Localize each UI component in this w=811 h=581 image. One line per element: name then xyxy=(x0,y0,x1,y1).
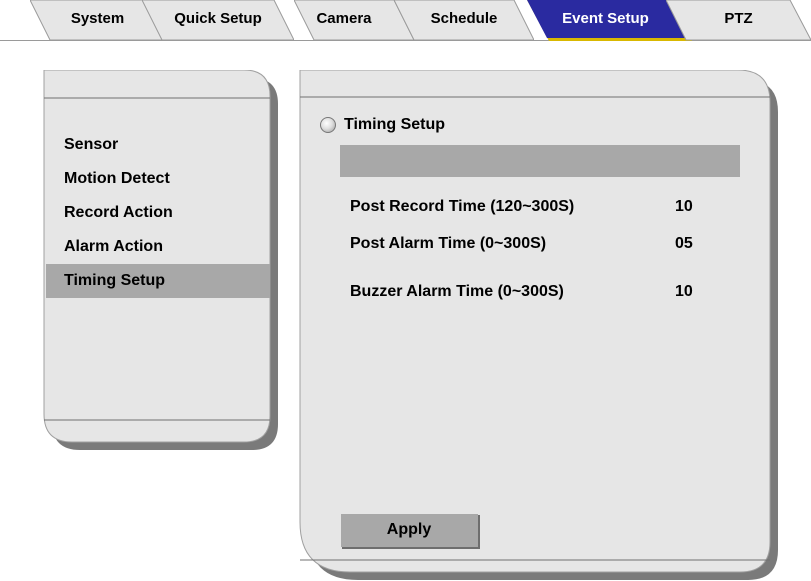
tab-ptz[interactable]: PTZ xyxy=(666,0,811,41)
radio-bullet-icon xyxy=(320,117,336,133)
setting-row-post-alarm: Post Alarm Time (0~300S) 05 xyxy=(350,232,710,256)
section-header-bar xyxy=(340,145,740,177)
buzzer-alarm-time-field[interactable]: 10 xyxy=(675,280,715,304)
main-panel: Timing Setup Post Record Time (120~300S)… xyxy=(298,70,808,580)
tab-schedule-label: Schedule xyxy=(430,10,498,27)
apply-button[interactable]: Apply xyxy=(340,513,478,547)
section-title-text: Timing Setup xyxy=(344,116,446,133)
tab-ptz-label: PTZ xyxy=(724,10,753,27)
section-title: Timing Setup xyxy=(320,114,445,136)
sidebar-menu: Sensor Motion Detect Record Action Alarm… xyxy=(46,124,270,298)
sidebar-item-motion-detect[interactable]: Motion Detect xyxy=(46,162,270,196)
sidebar-item-sensor[interactable]: Sensor xyxy=(46,128,270,162)
tab-event-setup-label: Event Setup xyxy=(562,10,649,27)
tab-quick-setup[interactable]: Quick Setup xyxy=(142,0,294,41)
setting-label: Post Record Time (120~300S) xyxy=(350,198,575,215)
setting-row-post-record: Post Record Time (120~300S) 10 xyxy=(350,195,710,219)
tab-quick-setup-label: Quick Setup xyxy=(174,10,262,27)
tab-bar: System Quick Setup Camera Schedule Event… xyxy=(0,0,811,48)
tab-camera-label: Camera xyxy=(316,10,372,27)
sidebar-item-alarm-action[interactable]: Alarm Action xyxy=(46,230,270,264)
tab-schedule[interactable]: Schedule xyxy=(394,0,534,41)
sidebar-item-timing-setup[interactable]: Timing Setup xyxy=(46,264,270,298)
sidebar-panel: Sensor Motion Detect Record Action Alarm… xyxy=(40,70,280,454)
setting-label: Buzzer Alarm Time (0~300S) xyxy=(350,283,564,300)
sidebar-item-record-action[interactable]: Record Action xyxy=(46,196,270,230)
setting-row-buzzer-alarm: Buzzer Alarm Time (0~300S) 10 xyxy=(350,280,710,304)
post-alarm-time-field[interactable]: 05 xyxy=(675,232,715,256)
setting-label: Post Alarm Time (0~300S) xyxy=(350,235,547,252)
post-record-time-field[interactable]: 10 xyxy=(675,195,715,219)
